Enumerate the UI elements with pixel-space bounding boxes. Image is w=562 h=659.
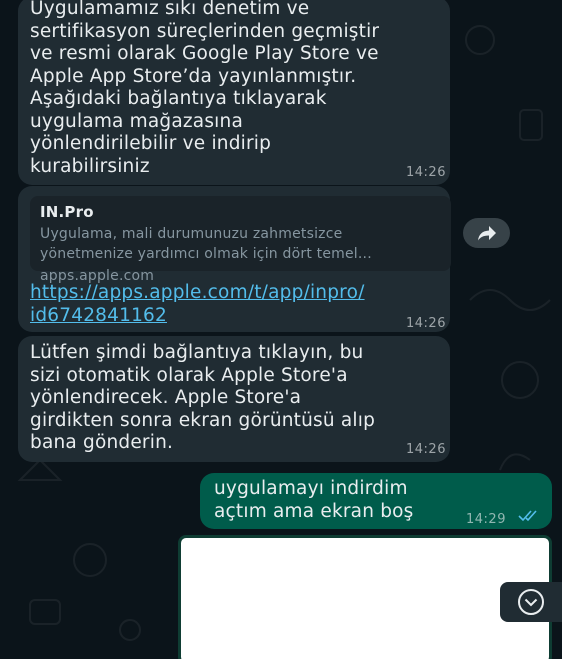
blank-image-area bbox=[178, 535, 552, 659]
link-preview-card[interactable]: IN.Pro Uygulama, mali durumunuzu zahmets… bbox=[30, 196, 451, 284]
message-bubble-incoming-link[interactable]: IN.Pro Uygulama, mali durumunuzu zahmets… bbox=[18, 186, 451, 332]
message-text: Lütfen şimdi bağlantıya tıklayın, bu siz… bbox=[30, 342, 376, 453]
link-preview-title: IN.Pro bbox=[40, 203, 94, 221]
message-bubble-incoming[interactable]: Uygulamamız sıkı denetim ve sertifikasyo… bbox=[18, 0, 450, 185]
app-store-link[interactable]: https://apps.apple.com/t/app/inpro/ id67… bbox=[30, 282, 365, 327]
message-time: 14:26 bbox=[406, 316, 446, 331]
scroll-to-bottom-button[interactable] bbox=[500, 582, 562, 622]
message-text: Uygulamamız sıkı denetim ve sertifikasyo… bbox=[30, 0, 380, 177]
message-text: uygulamayı indirdim açtım ama ekran boş bbox=[214, 478, 414, 522]
forward-arrow-icon bbox=[477, 226, 496, 241]
chevron-down-icon bbox=[518, 589, 544, 615]
message-time: 14:26 bbox=[406, 165, 446, 180]
link-preview-description: Uygulama, mali durumunuzu zahmetsizce yö… bbox=[40, 226, 372, 262]
message-time: 14:26 bbox=[406, 442, 446, 457]
message-bubble-outgoing[interactable]: uygulamayı indirdim açtım ama ekran boş … bbox=[200, 473, 552, 529]
double-check-icon bbox=[518, 510, 537, 522]
message-bubble-incoming[interactable]: Lütfen şimdi bağlantıya tıklayın, bu siz… bbox=[18, 336, 450, 462]
message-time: 14:29 bbox=[466, 512, 506, 527]
forward-button[interactable] bbox=[463, 218, 510, 248]
